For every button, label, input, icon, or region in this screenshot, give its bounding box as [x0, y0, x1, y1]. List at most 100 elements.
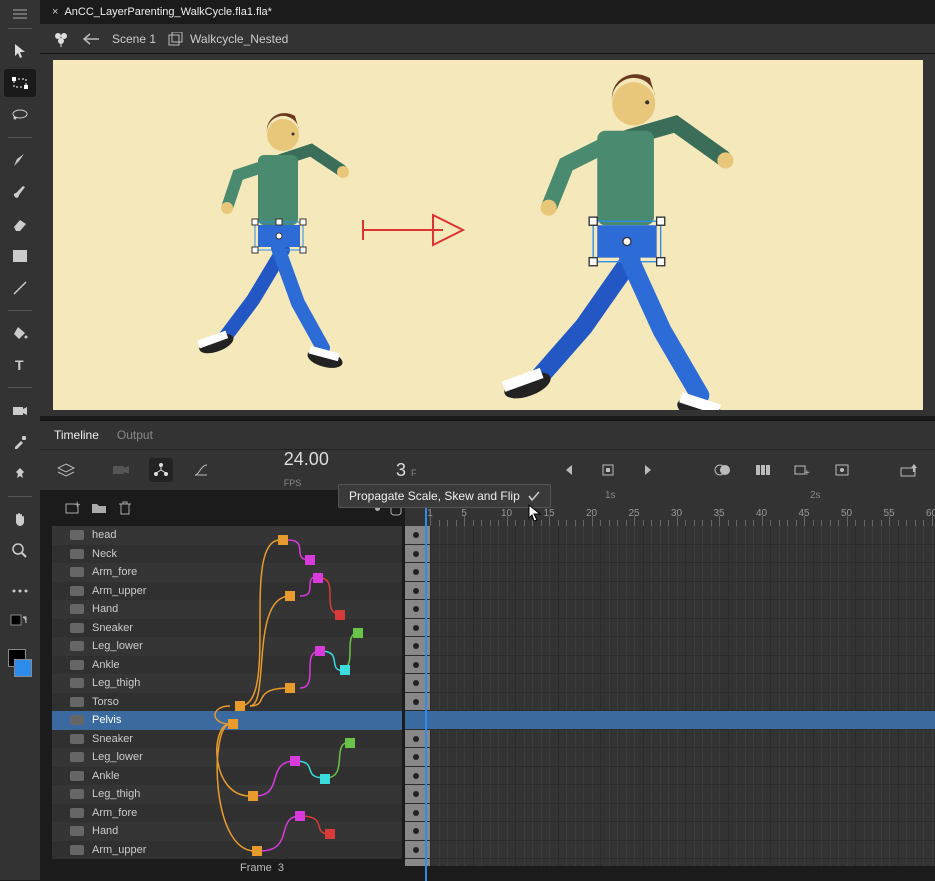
layer-type-icon	[70, 567, 84, 577]
layer-name: Pelvis	[92, 714, 121, 726]
symbol-crumb[interactable]: Walkcycle_Nested	[168, 32, 288, 46]
layer-row[interactable]: Ankle	[52, 656, 402, 675]
layer-row[interactable]: Arm_upper	[52, 841, 402, 860]
layer-row[interactable]: Hand	[52, 600, 402, 619]
frames-grid[interactable]	[405, 526, 935, 866]
line-tool[interactable]	[4, 274, 36, 302]
layer-row[interactable]: Leg_lower	[52, 637, 402, 656]
color-swatches[interactable]	[8, 641, 32, 677]
selection-tool[interactable]	[4, 37, 36, 65]
tab-timeline[interactable]: Timeline	[54, 428, 99, 442]
delete-layer-icon[interactable]	[116, 499, 134, 517]
layer-row[interactable]: Ankle	[52, 767, 402, 786]
layer-type-icon	[70, 715, 84, 725]
text-tool[interactable]: T	[4, 351, 36, 379]
prev-frame-icon[interactable]	[557, 458, 581, 482]
layer-type-icon	[70, 697, 84, 707]
layer-row[interactable]: Pelvis	[52, 711, 402, 730]
layer-type-icon	[70, 549, 84, 559]
layer-row[interactable]: Arm_fore	[52, 563, 402, 582]
layer-type-icon	[70, 641, 84, 651]
layer-row[interactable]: head	[52, 526, 402, 545]
rectangle-tool[interactable]	[4, 242, 36, 270]
onion-skin-icon[interactable]	[711, 458, 735, 482]
stage-canvas[interactable]	[53, 60, 923, 410]
insert-frame-icon[interactable]: +	[790, 458, 814, 482]
free-transform-tool[interactable]	[4, 69, 36, 97]
layer-name: Ankle	[92, 770, 120, 782]
layer-name: Leg_thigh	[92, 677, 140, 689]
camera-toggle-icon[interactable]	[110, 458, 134, 482]
clover-icon[interactable]	[52, 30, 70, 48]
layer-name: Neck	[92, 548, 117, 560]
keyframe-icon[interactable]	[830, 458, 854, 482]
new-folder-icon[interactable]	[90, 499, 108, 517]
scene-crumb[interactable]: Scene 1	[112, 32, 156, 46]
layer-type-icon	[70, 623, 84, 633]
layer-row[interactable]: Hand	[52, 822, 402, 841]
layer-name: head	[92, 529, 116, 541]
next-frame-icon[interactable]	[636, 458, 660, 482]
tab-output[interactable]: Output	[117, 428, 153, 442]
layer-row[interactable]: Sneaker	[52, 730, 402, 749]
layer-row[interactable]: Leg_lower	[52, 748, 402, 767]
layer-name: Leg_lower	[92, 751, 143, 763]
playhead[interactable]	[425, 486, 427, 881]
bottom-panel-tabs: Timeline Output	[40, 420, 935, 450]
menu-icon[interactable]	[4, 8, 36, 20]
layer-name: Sneaker	[92, 733, 133, 745]
more-tools-icon[interactable]	[4, 577, 36, 605]
hand-tool[interactable]	[4, 505, 36, 533]
back-icon[interactable]	[82, 33, 100, 45]
layer-row[interactable]: Neck	[52, 545, 402, 564]
lasso-tool[interactable]	[4, 101, 36, 129]
layer-type-icon	[70, 660, 84, 670]
current-frame-display[interactable]: 3 F	[396, 460, 417, 481]
eyedropper-tool[interactable]	[4, 428, 36, 456]
brush-tool[interactable]	[4, 178, 36, 206]
eraser-tool[interactable]	[4, 210, 36, 238]
paint-bucket-tool[interactable]	[4, 319, 36, 347]
layer-type-icon	[70, 771, 84, 781]
new-layer-icon[interactable]: +	[64, 499, 82, 517]
layer-name: Hand	[92, 825, 118, 837]
layer-row[interactable]: Leg_thigh	[52, 785, 402, 804]
layer-name: Arm_upper	[92, 844, 146, 856]
layer-type-icon	[70, 845, 84, 855]
layer-type-icon	[70, 752, 84, 762]
swap-colors-icon[interactable]	[4, 609, 36, 637]
stage-area	[40, 54, 935, 416]
close-tab-icon[interactable]: ×	[52, 6, 58, 18]
frame-span-icon[interactable]	[751, 458, 775, 482]
layer-name: Arm_upper	[92, 585, 146, 597]
layer-name: Ankle	[92, 659, 120, 671]
layer-name: Arm_fore	[92, 807, 137, 819]
zoom-tool[interactable]	[4, 537, 36, 565]
camera-tool[interactable]	[4, 396, 36, 424]
layers-list: head Neck Arm_fore Arm_upper Hand Sneaker Leg_…	[52, 526, 402, 866]
layer-name: Hand	[92, 603, 118, 615]
layer-row[interactable]: Torso	[52, 693, 402, 712]
pen-tool[interactable]	[4, 146, 36, 174]
layer-type-icon	[70, 678, 84, 688]
stop-icon[interactable]	[596, 458, 620, 482]
layer-row[interactable]: Arm_upper	[52, 582, 402, 601]
svg-text:+: +	[804, 468, 810, 477]
layer-type-icon	[70, 530, 84, 540]
document-tab[interactable]: AnCC_LayerParenting_WalkCycle.fla1.fla*	[64, 6, 271, 18]
export-icon[interactable]	[897, 458, 921, 482]
layers-view-icon[interactable]	[54, 458, 78, 482]
layer-type-icon	[70, 734, 84, 744]
document-tab-bar: × AnCC_LayerParenting_WalkCycle.fla1.fla…	[40, 0, 935, 24]
layer-type-icon	[70, 789, 84, 799]
layer-row[interactable]: Sneaker	[52, 619, 402, 638]
pin-tool[interactable]	[4, 460, 36, 488]
layer-name: Sneaker	[92, 622, 133, 634]
layer-row[interactable]: Leg_thigh	[52, 674, 402, 693]
layer-name: Torso	[92, 696, 119, 708]
layer-row[interactable]: Arm_fore	[52, 804, 402, 823]
graph-icon[interactable]	[189, 458, 213, 482]
layer-type-icon	[70, 826, 84, 836]
layer-type-icon	[70, 808, 84, 818]
parenting-view-icon[interactable]	[149, 458, 173, 482]
